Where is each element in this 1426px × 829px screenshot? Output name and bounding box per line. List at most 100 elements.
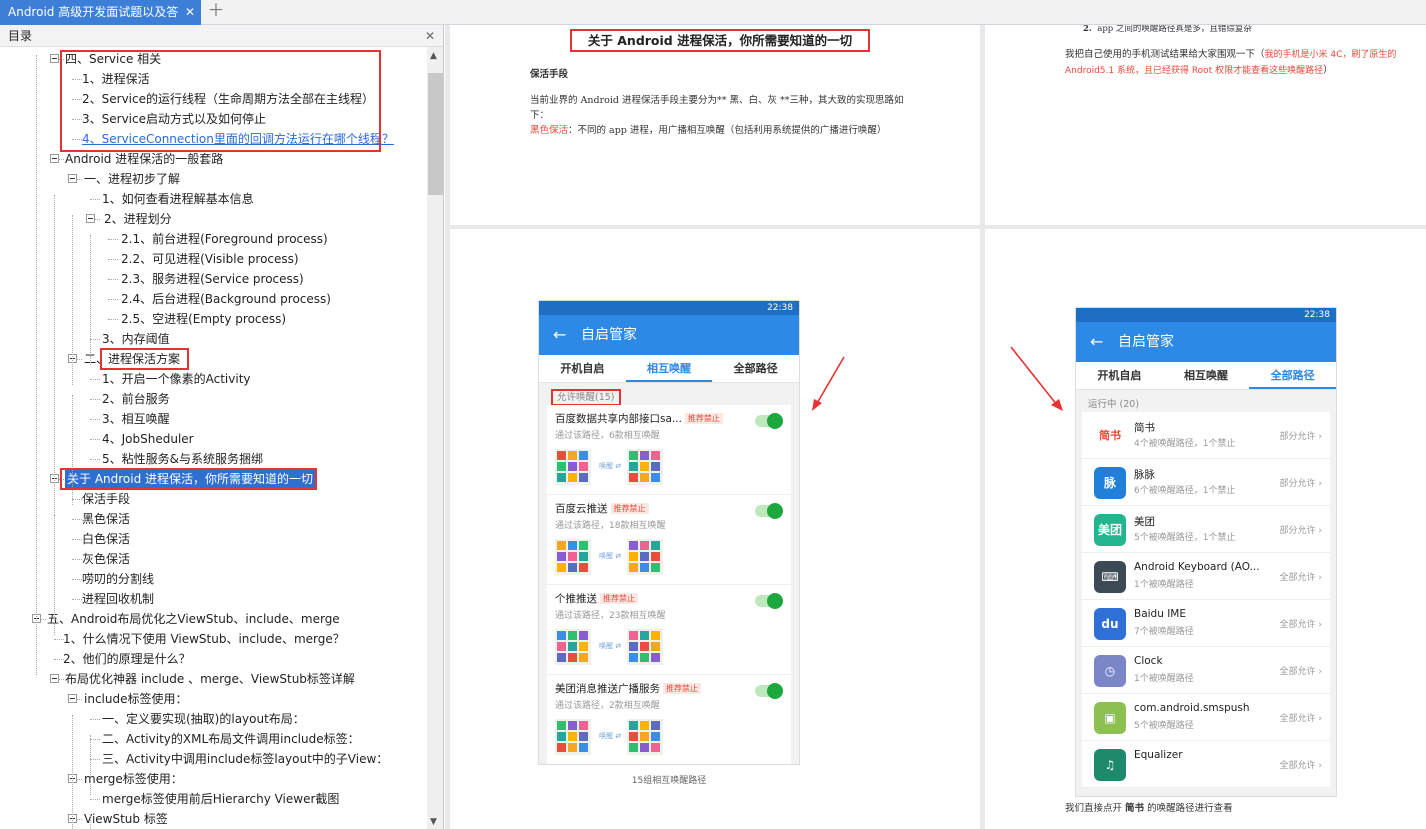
toc-item[interactable]: 2、他们的原理是什么？ xyxy=(0,649,427,669)
toc-item[interactable]: include标签使用： xyxy=(0,689,427,709)
app-row[interactable]: ◷ Clock 1个被唤醒路径 全部允许 › xyxy=(1082,647,1330,694)
app-row[interactable]: 美团 美团 5个被唤醒路径，1个禁止 部分允许 › xyxy=(1082,506,1330,553)
toc-item[interactable]: 白色保活 xyxy=(0,529,427,549)
app-icon xyxy=(557,473,566,482)
toc-scrollbar[interactable]: ▲ ▼ xyxy=(427,47,443,829)
app-subtitle: 1个被唤醒路径 xyxy=(1134,674,1194,684)
scroll-thumb[interactable] xyxy=(428,73,443,195)
back-arrow-icon[interactable]: ← xyxy=(553,315,566,355)
permission-status: 部分允许 › xyxy=(1279,432,1322,442)
document-view[interactable]: 关于 Android 进程保活，你所需要知道的一切 保活手段 当前业界的 And… xyxy=(445,25,1426,829)
toc-item[interactable]: 一、进程初步了解 xyxy=(0,169,427,189)
toc-item[interactable]: 保活手段 xyxy=(0,489,427,509)
toc-item[interactable]: merge标签使用： xyxy=(0,769,427,789)
toggle-switch[interactable] xyxy=(755,413,783,429)
new-tab-button[interactable]: ＋ xyxy=(206,0,226,25)
toc-item[interactable]: 五、Android布局优化之ViewStub、include、merge xyxy=(0,609,427,629)
app-icon xyxy=(568,631,577,640)
toc-item[interactable]: 二、Activity的XML布局文件调用include标签： xyxy=(0,729,427,749)
wake-app-card[interactable]: 百度云推送 推荐禁止 通过该路径，18款相互唤醒 唤醒 ⇄ xyxy=(547,495,791,585)
app-icon xyxy=(640,721,649,730)
toggle-switch[interactable] xyxy=(755,593,783,609)
app-row[interactable]: ⌨ Android Keyboard (AO... 1个被唤醒路径 全部允许 › xyxy=(1082,553,1330,600)
toc-item[interactable]: 2、前台服务 xyxy=(0,389,427,409)
app-icon xyxy=(568,721,577,730)
app-row[interactable]: ♫ Equalizer 全部允许 › xyxy=(1082,741,1330,788)
collapse-toggle-icon[interactable] xyxy=(68,174,77,183)
toc-item[interactable]: 2.3、服务进程(Service process) xyxy=(0,269,427,289)
toc-item[interactable]: 2.5、空进程(Empty process) xyxy=(0,309,427,329)
toc-item[interactable]: ViewStub 标签 xyxy=(0,809,427,829)
app-name: 百度数据共享内部接口sa... 推荐禁止 xyxy=(555,411,725,426)
app-icon xyxy=(557,631,566,640)
tab-all-paths[interactable]: 全部路径 xyxy=(712,355,799,382)
wake-app-card[interactable]: 百度数据共享内部接口sa... 推荐禁止 通过该路径，6款相互唤醒 唤醒 ⇄ xyxy=(547,405,791,495)
tree-guide xyxy=(72,215,73,385)
app-name-text: 美团消息推送广播服务 xyxy=(555,683,660,695)
collapse-toggle-icon[interactable] xyxy=(50,154,59,163)
toc-item[interactable]: 一、定义要实现(抽取)的layout布局： xyxy=(0,709,427,729)
app-icon xyxy=(579,721,588,730)
close-tab-icon[interactable]: ✕ xyxy=(185,0,195,25)
toc-item[interactable]: 2.4、后台进程(Background process) xyxy=(0,289,427,309)
toggle-switch[interactable] xyxy=(755,683,783,699)
tree-connector xyxy=(72,599,82,600)
tab-boot-start[interactable]: 开机自启 xyxy=(539,355,626,382)
page-4: 22:38 ← 自启管家 开机自启 相互唤醒 全部路径 运行中 (20) 简书 简书… xyxy=(985,229,1426,829)
app-icon-grid xyxy=(555,449,591,485)
toc-item[interactable]: 二、进程保活方案 xyxy=(0,349,427,369)
toggle-switch[interactable] xyxy=(755,503,783,519)
wake-app-card[interactable]: 个推推送 推荐禁止 通过该路径，23款相互唤醒 唤醒 ⇄ xyxy=(547,585,791,675)
toc-item-label: 灰色保活 xyxy=(82,552,131,566)
app-icon xyxy=(557,732,566,741)
scroll-down-icon[interactable]: ▼ xyxy=(430,817,437,827)
scroll-up-icon[interactable]: ▲ xyxy=(430,51,437,61)
tab-bar: Android 高级开发面试题以及答 ✕ ＋ xyxy=(0,0,1426,25)
toc-item[interactable]: 4、JobSheduler xyxy=(0,429,427,449)
app-row[interactable]: ▣ com.android.smspush 5个被唤醒路径 全部允许 › xyxy=(1082,694,1330,741)
wake-app-card[interactable]: 美团消息推送广播服务 推荐禁止 通过该路径，2款相互唤醒 唤醒 ⇄ xyxy=(547,675,791,764)
collapse-toggle-icon[interactable] xyxy=(68,694,77,703)
toc-item[interactable]: 灰色保活 xyxy=(0,549,427,569)
app-icon xyxy=(640,473,649,482)
permission-status: 部分允许 › xyxy=(1279,526,1322,536)
tab-mutual-wake[interactable]: 相互唤醒 xyxy=(625,355,713,382)
toc-item[interactable]: merge标签使用前后Hierarchy Viewer截图 xyxy=(0,789,427,809)
toc-item[interactable]: 3、内存阈值 xyxy=(0,329,427,349)
back-arrow-icon[interactable]: ← xyxy=(1090,322,1103,362)
toc-item[interactable]: 3、相互唤醒 xyxy=(0,409,427,429)
toc-item[interactable]: 进程回收机制 xyxy=(0,589,427,609)
toc-item[interactable]: 1、什么情况下使用 ViewStub、include、merge？ xyxy=(0,629,427,649)
toc-item[interactable]: Android 进程保活的一般套路 xyxy=(0,149,427,169)
tab-all-paths[interactable]: 全部路径 xyxy=(1249,362,1336,389)
app-row[interactable]: 简书 简书 4个被唤醒路径，1个禁止 部分允许 › xyxy=(1082,412,1330,459)
toc-item[interactable]: 1、如何查看进程解基本信息 xyxy=(0,189,427,209)
collapse-toggle-icon[interactable] xyxy=(50,674,59,683)
toc-item[interactable]: 2.2、可见进程(Visible process) xyxy=(0,249,427,269)
app-name: 简书 xyxy=(1134,422,1155,434)
toc-item-label: 五、Android布局优化之ViewStub、include、merge xyxy=(47,612,340,626)
toc-item[interactable]: 布局优化神器 include 、merge、ViewStub标签详解 xyxy=(0,669,427,689)
toc-item[interactable]: 2、进程划分 xyxy=(0,209,427,229)
toc-item[interactable]: 黑色保活 xyxy=(0,509,427,529)
toc-item-label: 2.3、服务进程(Service process) xyxy=(121,272,304,286)
section-heading: 保活手段 xyxy=(530,69,569,80)
app-subtitle: 5个被唤醒路径 xyxy=(1134,721,1194,731)
tab-boot-start[interactable]: 开机自启 xyxy=(1076,362,1163,389)
toc-item[interactable]: 1、开启一个像素的Activity xyxy=(0,369,427,389)
close-toc-icon[interactable]: ✕ xyxy=(425,25,435,47)
collapse-toggle-icon[interactable] xyxy=(86,214,95,223)
highlight-box xyxy=(60,50,381,152)
tab-mutual-wake[interactable]: 相互唤醒 xyxy=(1163,362,1250,389)
wake-arrow-icon: 唤醒 ⇄ xyxy=(599,732,622,740)
toc-item[interactable]: 唠叨的分割线 xyxy=(0,569,427,589)
collapse-toggle-icon[interactable] xyxy=(50,54,59,63)
toc-item[interactable]: 三、Activity中调用include标签layout中的子View： xyxy=(0,749,427,769)
toc-item[interactable]: 2.1、前台进程(Foreground process) xyxy=(0,229,427,249)
toc-item[interactable]: 5、粘性服务&与系统服务捆绑 xyxy=(0,449,427,469)
list-item: 2. app 之间的唤醒路径真是多，且错综复杂 xyxy=(1083,25,1252,37)
app-icon xyxy=(640,462,649,471)
app-row[interactable]: du Baidu IME 7个被唤醒路径 全部允许 › xyxy=(1082,600,1330,647)
document-tab[interactable]: Android 高级开发面试题以及答 ✕ xyxy=(0,0,201,25)
app-row[interactable]: 脉脉脉 6个被唤醒路径，1个禁止 部分允许 › xyxy=(1082,459,1330,506)
